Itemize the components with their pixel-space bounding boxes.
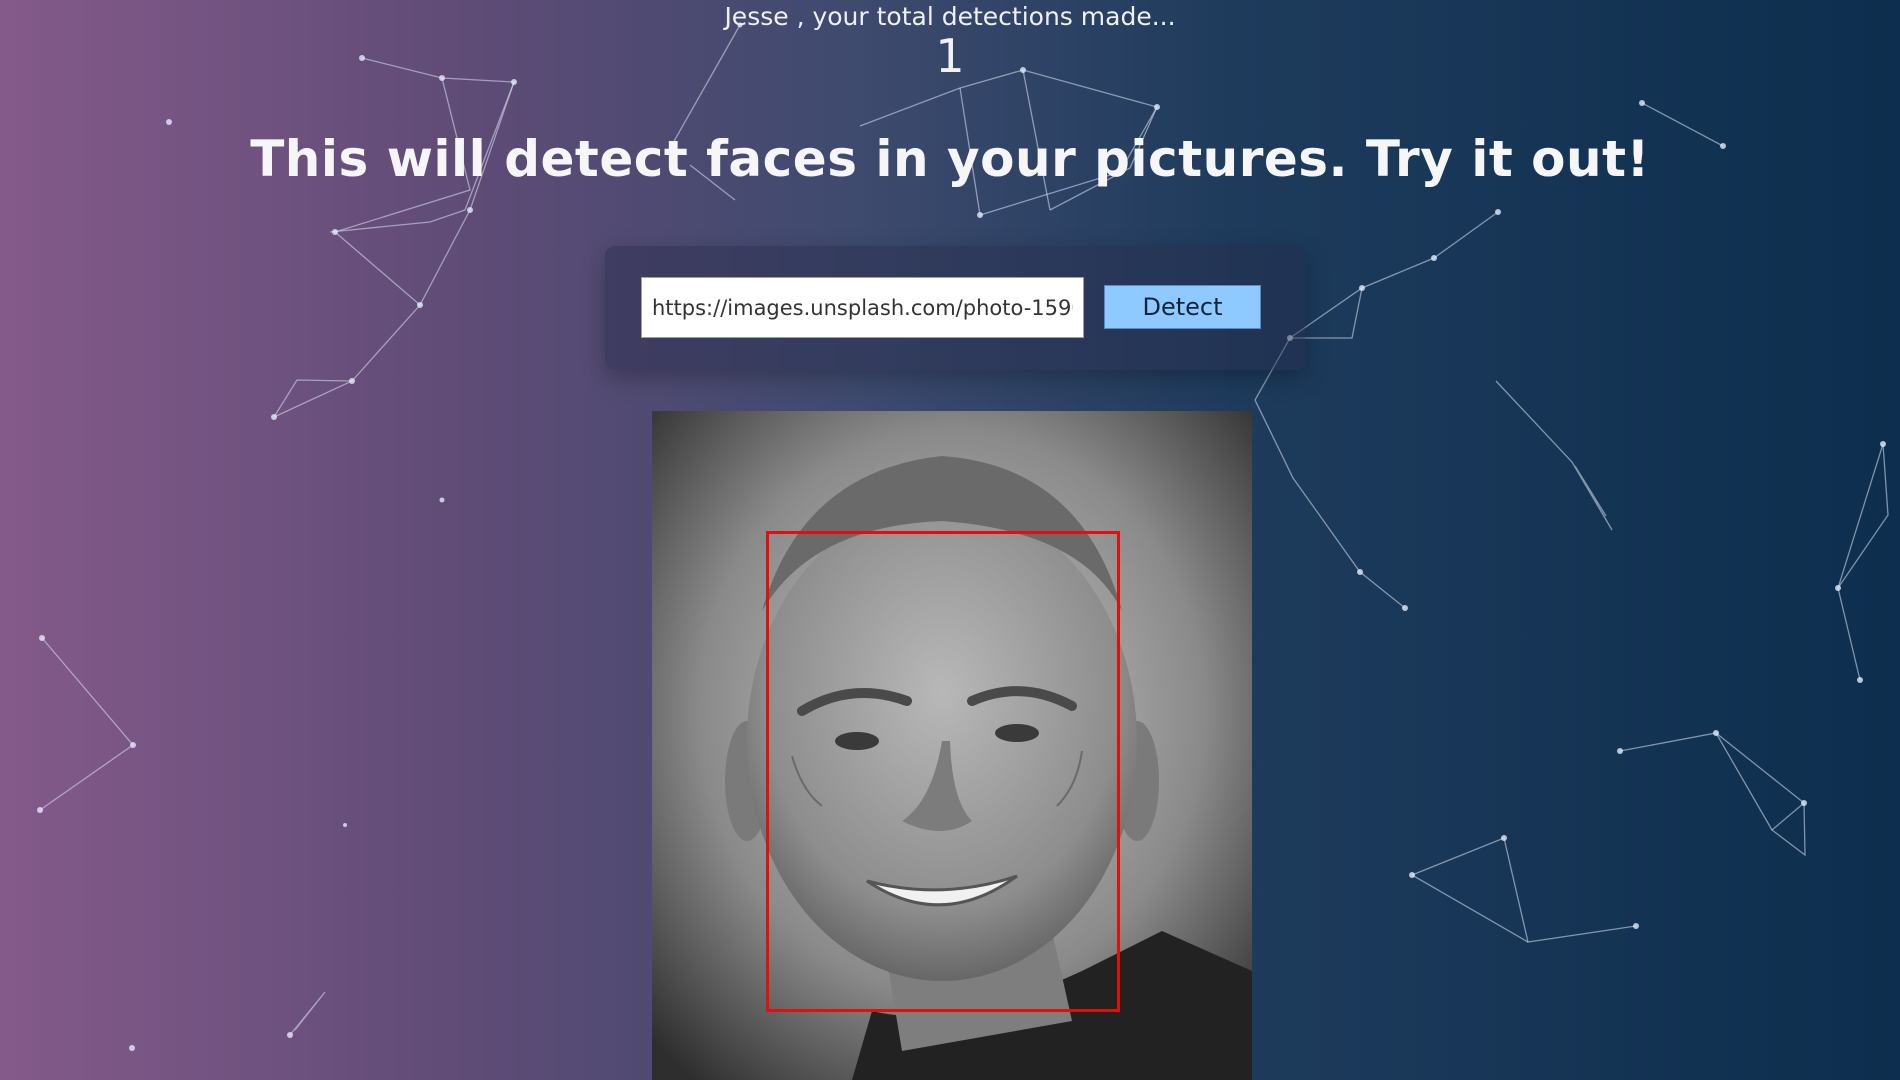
detection-count: 1 xyxy=(935,29,965,83)
result-image xyxy=(652,411,1252,1080)
face-bounding-box xyxy=(766,531,1120,1012)
page-headline: This will detect faces in your pictures.… xyxy=(250,130,1650,188)
detect-button[interactable]: Detect xyxy=(1104,285,1261,329)
detections-greeting: Jesse , your total detections made... xyxy=(724,2,1176,31)
image-url-input[interactable] xyxy=(641,277,1084,338)
